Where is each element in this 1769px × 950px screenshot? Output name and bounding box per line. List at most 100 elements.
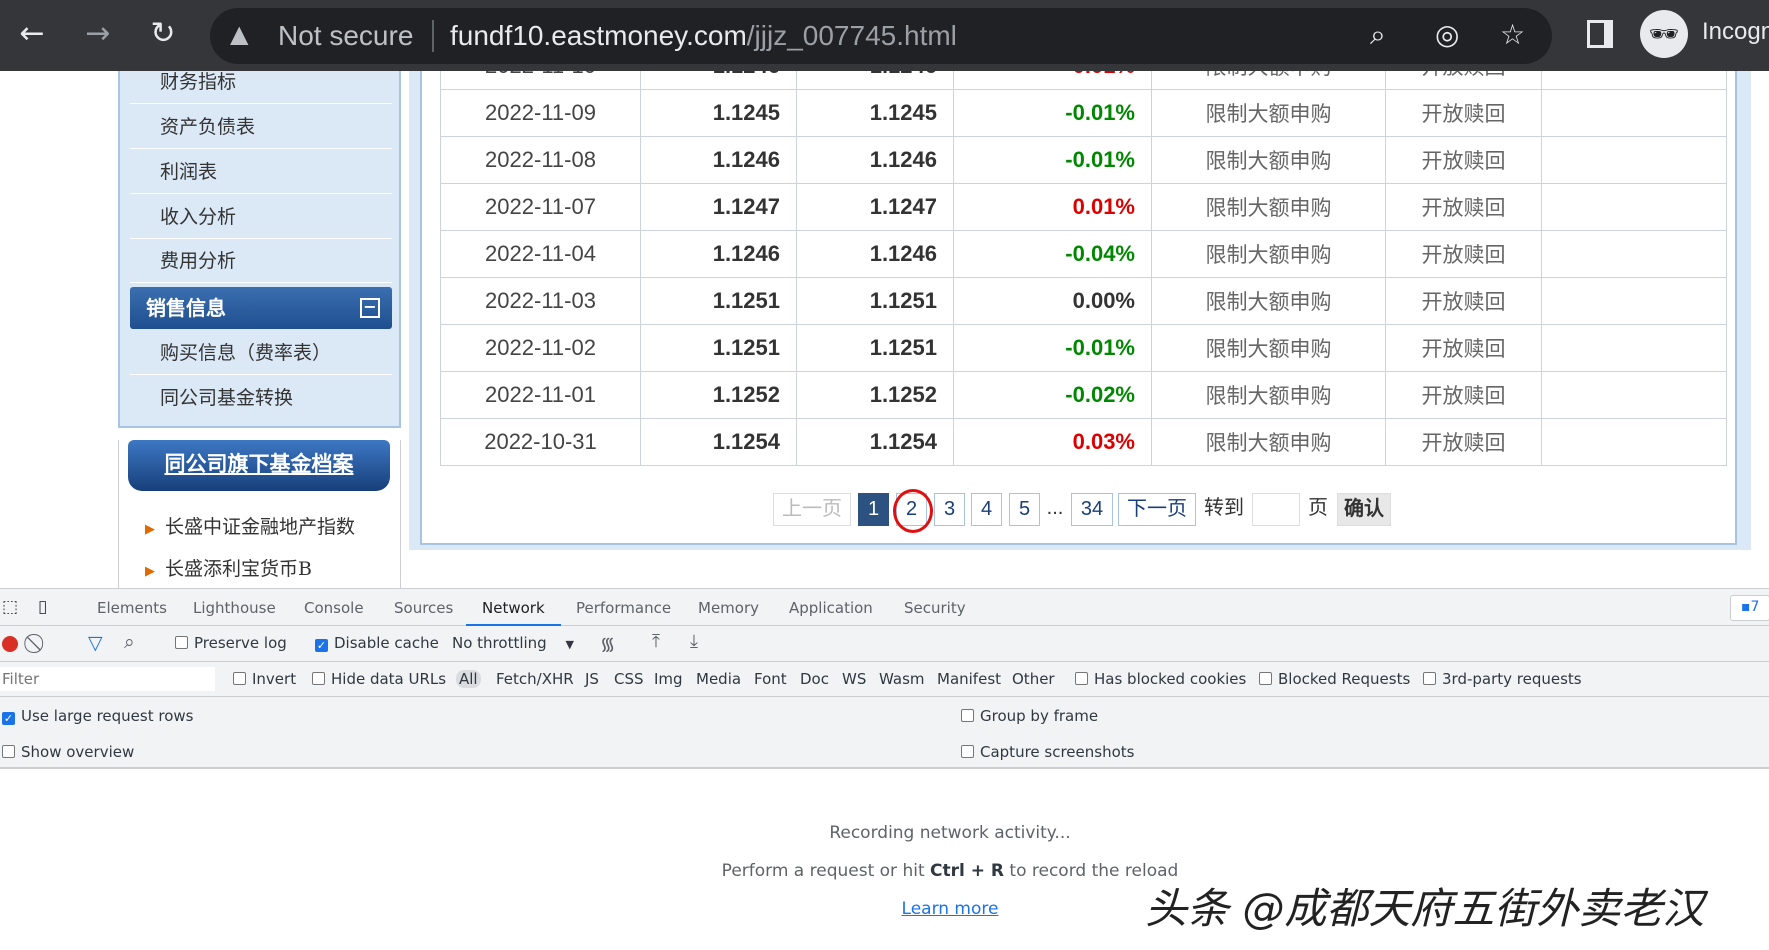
next-page-button[interactable]: 下一页 xyxy=(1118,493,1196,526)
fund-link[interactable]: ▶ 长盛添利宝货币B xyxy=(145,554,312,581)
type-filter-other[interactable]: Other xyxy=(1012,670,1055,688)
large-rows-checkbox[interactable]: ✓ Use large request rows xyxy=(2,707,193,725)
invert-checkbox[interactable]: Invert xyxy=(233,670,296,688)
address-bar[interactable]: ▲ Not secure fundf10.eastmoney.com/jjjz_… xyxy=(210,8,1552,64)
import-har-icon[interactable]: ⤒ xyxy=(652,631,660,652)
red-circle-annotation xyxy=(893,489,933,533)
sidebar-item[interactable]: 同公司基金转换 xyxy=(130,376,392,420)
inspect-element-icon[interactable]: ⬚ xyxy=(2,597,18,617)
sidebar-item[interactable]: 利润表 xyxy=(130,150,392,194)
purchase-status-cell: 限制大额申购 xyxy=(1151,277,1386,325)
unit-nav-cell: 1.1246 xyxy=(640,230,797,278)
profile-label[interactable]: Incognito xyxy=(1702,18,1769,46)
type-filter-manifest[interactable]: Manifest xyxy=(937,670,1001,688)
throttling-value: No throttling xyxy=(452,634,547,652)
eye-off-icon[interactable]: ◎ xyxy=(1435,18,1459,51)
reload-icon[interactable]: ↻ xyxy=(143,14,183,54)
tab-network[interactable]: Network xyxy=(466,589,561,627)
url-text[interactable]: fundf10.eastmoney.com/jjjz_007745.html xyxy=(450,20,957,52)
accumulated-nav-cell: 1.1245 xyxy=(796,89,954,137)
warning-icon[interactable]: ▲ xyxy=(230,20,248,48)
search-icon[interactable]: ⌕ xyxy=(124,631,135,653)
tab-application[interactable]: Application xyxy=(789,589,873,627)
star-icon[interactable]: ☆ xyxy=(1500,18,1525,51)
accumulated-nav-cell: 1.1251 xyxy=(796,277,954,325)
tab-sources[interactable]: Sources xyxy=(394,589,453,627)
tab-memory[interactable]: Memory xyxy=(698,589,759,627)
back-icon[interactable]: ← xyxy=(12,14,52,54)
type-filter-fetch-xhr[interactable]: Fetch/XHR xyxy=(496,670,574,688)
page-unit-label: 页 xyxy=(1308,497,1328,519)
accumulated-nav-cell: 1.1251 xyxy=(796,324,954,372)
sidebar-item[interactable]: 费用分析 xyxy=(130,239,392,283)
empty-cell xyxy=(1541,230,1727,278)
hide-data-urls-checkbox[interactable]: Hide data URLs xyxy=(312,670,446,688)
table-row: 2022-11-07 1.1247 1.1247 0.01% 限制大额申购 开放赎回 xyxy=(440,183,1727,231)
sidebar-menu: 财务指标 资产负债表 利润表 收入分析 费用分析 销售信息 − 购买信息（费率表）… xyxy=(118,40,401,428)
pagination-ellipsis: ... xyxy=(1046,497,1064,519)
blocked-requests-checkbox[interactable]: Blocked Requests xyxy=(1259,670,1410,688)
filter-input[interactable] xyxy=(0,667,215,691)
page-1-button[interactable]: 1 xyxy=(858,493,889,526)
redeem-status-cell: 开放赎回 xyxy=(1385,418,1542,466)
type-filter-doc[interactable]: Doc xyxy=(800,670,829,688)
security-label[interactable]: Not secure xyxy=(278,20,413,52)
disable-cache-checkbox[interactable]: ✓ Disable cache xyxy=(315,634,439,652)
collapse-icon[interactable]: − xyxy=(360,298,380,318)
devtools-tab-bar: ⬚ ▯ Elements Lighthouse Console Sources Netw… xyxy=(0,588,1769,627)
tab-security[interactable]: Security xyxy=(904,589,966,627)
tab-performance[interactable]: Performance xyxy=(576,589,671,627)
daily-change-cell: 0.00% xyxy=(953,277,1152,325)
goto-label: 转到 xyxy=(1204,497,1244,519)
network-conditions-icon[interactable]: ᯾ xyxy=(600,632,615,656)
tab-console[interactable]: Console xyxy=(304,589,364,627)
type-filter-css[interactable]: CSS xyxy=(614,670,644,688)
incognito-icon[interactable]: 🕶 xyxy=(1640,10,1688,58)
large-rows-label: Use large request rows xyxy=(21,707,194,725)
issues-badge[interactable]: ▪7 xyxy=(1730,595,1769,621)
blocked-requests-label: Blocked Requests xyxy=(1278,670,1411,688)
has-blocked-cookies-checkbox[interactable]: Has blocked cookies xyxy=(1075,670,1246,688)
sidebar-item[interactable]: 收入分析 xyxy=(130,195,392,239)
throttling-select[interactable]: No throttling ▼ xyxy=(452,634,574,652)
learn-more-link[interactable]: Learn more xyxy=(902,899,999,919)
type-filter-all[interactable]: All xyxy=(456,670,481,688)
unit-nav-cell: 1.1251 xyxy=(640,277,797,325)
page-5-button[interactable]: 5 xyxy=(1009,493,1040,526)
page-4-button[interactable]: 4 xyxy=(971,493,1002,526)
page-number-input[interactable] xyxy=(1252,493,1300,526)
side-panel-icon[interactable] xyxy=(1587,20,1613,48)
export-har-icon[interactable]: ⤓ xyxy=(690,631,698,652)
filter-icon[interactable]: ▽ xyxy=(88,632,103,654)
section-header[interactable]: 销售信息 − xyxy=(130,287,392,329)
type-filter-font[interactable]: Font xyxy=(754,670,787,688)
fund-link[interactable]: ▶ 长盛中证金融地产指数 xyxy=(145,512,355,539)
third-party-checkbox[interactable]: 3rd-party requests xyxy=(1423,670,1582,688)
fund-list-banner[interactable]: 同公司旗下基金档案 xyxy=(128,440,390,491)
sidebar-item[interactable]: 资产负债表 xyxy=(130,105,392,149)
empty-cell xyxy=(1541,183,1727,231)
type-filter-img[interactable]: Img xyxy=(654,670,683,688)
tab-lighthouse[interactable]: Lighthouse xyxy=(193,589,276,627)
prev-page-button[interactable]: 上一页 xyxy=(773,493,851,526)
sidebar-item[interactable]: 购买信息（费率表） xyxy=(130,331,392,375)
preserve-log-label: Preserve log xyxy=(194,634,287,652)
show-overview-checkbox[interactable]: Show overview xyxy=(2,743,134,761)
record-icon[interactable] xyxy=(2,636,18,652)
tab-elements[interactable]: Elements xyxy=(97,589,167,627)
capture-screenshots-checkbox[interactable]: Capture screenshots xyxy=(961,743,1134,761)
type-filter-media[interactable]: Media xyxy=(696,670,741,688)
hide-data-urls-label: Hide data URLs xyxy=(331,670,447,688)
confirm-button[interactable]: 确认 xyxy=(1337,493,1391,526)
type-filter-js[interactable]: JS xyxy=(585,670,599,688)
forward-icon[interactable]: → xyxy=(78,14,118,54)
type-filter-wasm[interactable]: Wasm xyxy=(879,670,925,688)
device-toolbar-icon[interactable]: ▯ xyxy=(38,597,47,617)
page-3-button[interactable]: 3 xyxy=(934,493,965,526)
preserve-log-checkbox[interactable]: Preserve log xyxy=(175,634,287,652)
page-last-button[interactable]: 34 xyxy=(1071,493,1113,526)
zoom-icon[interactable]: ⌕ xyxy=(1370,18,1386,52)
group-by-frame-checkbox[interactable]: Group by frame xyxy=(961,707,1098,725)
type-filter-ws[interactable]: WS xyxy=(842,670,866,688)
section-title: 销售信息 xyxy=(146,296,226,320)
